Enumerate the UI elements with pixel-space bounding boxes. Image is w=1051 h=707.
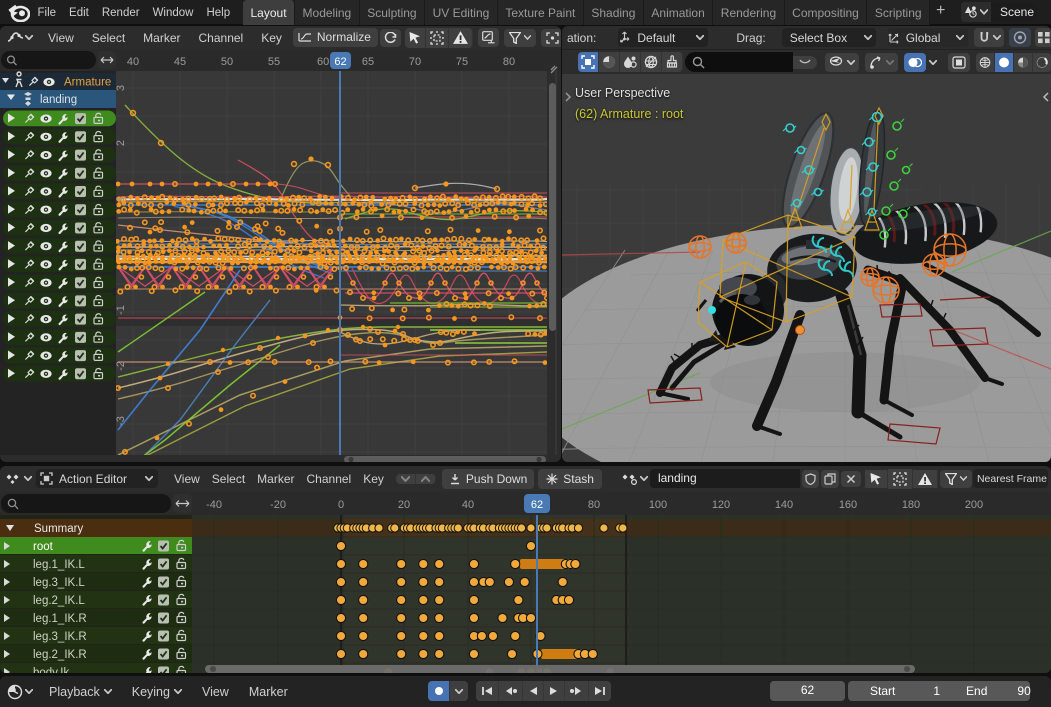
svg-text:50: 50 xyxy=(221,56,233,68)
svg-text:100: 100 xyxy=(649,499,667,511)
svg-text:120: 120 xyxy=(712,499,730,511)
svg-text:-1: -1 xyxy=(115,305,127,315)
svg-text:leg.3_IK.R: leg.3_IK.R xyxy=(33,631,87,643)
svg-text:-3: -3 xyxy=(115,416,127,426)
svg-text:65: 65 xyxy=(362,56,374,68)
svg-text:70: 70 xyxy=(409,56,421,68)
svg-text:20: 20 xyxy=(398,499,410,511)
svg-text:60: 60 xyxy=(317,56,329,68)
svg-text:3: 3 xyxy=(115,85,127,91)
svg-text:leg.1_IK.L: leg.1_IK.L xyxy=(33,559,85,571)
svg-text:200: 200 xyxy=(965,499,983,511)
svg-text:-2: -2 xyxy=(115,361,127,371)
svg-text:55: 55 xyxy=(268,56,280,68)
svg-text:-20: -20 xyxy=(270,499,286,511)
svg-text:leg.2_IK.R: leg.2_IK.R xyxy=(33,649,87,661)
svg-text:Summary: Summary xyxy=(34,523,83,535)
svg-text:40: 40 xyxy=(127,56,139,68)
svg-text:root: root xyxy=(33,541,54,553)
svg-text:0: 0 xyxy=(115,252,127,258)
svg-text:80: 80 xyxy=(503,56,515,68)
svg-text:leg.2_IK.L: leg.2_IK.L xyxy=(33,595,85,607)
svg-text:75: 75 xyxy=(456,56,468,68)
svg-text:62: 62 xyxy=(531,499,543,511)
svg-text:62: 62 xyxy=(334,56,346,68)
svg-text:40: 40 xyxy=(462,499,474,511)
svg-text:leg.3_IK.L: leg.3_IK.L xyxy=(33,577,85,589)
svg-text:body.Ik: body.Ik xyxy=(33,667,69,673)
svg-text:Armature: Armature xyxy=(64,77,111,89)
svg-text:0: 0 xyxy=(338,499,344,511)
svg-text:1: 1 xyxy=(115,196,127,202)
svg-text:180: 180 xyxy=(902,499,920,511)
svg-text:-40: -40 xyxy=(206,499,222,511)
svg-text:2: 2 xyxy=(115,140,127,146)
svg-text:landing: landing xyxy=(40,94,77,106)
svg-text:80: 80 xyxy=(588,499,600,511)
svg-text:leg.1_IK.R: leg.1_IK.R xyxy=(33,613,87,625)
svg-text:45: 45 xyxy=(174,56,186,68)
svg-text:140: 140 xyxy=(775,499,793,511)
svg-text:160: 160 xyxy=(839,499,857,511)
